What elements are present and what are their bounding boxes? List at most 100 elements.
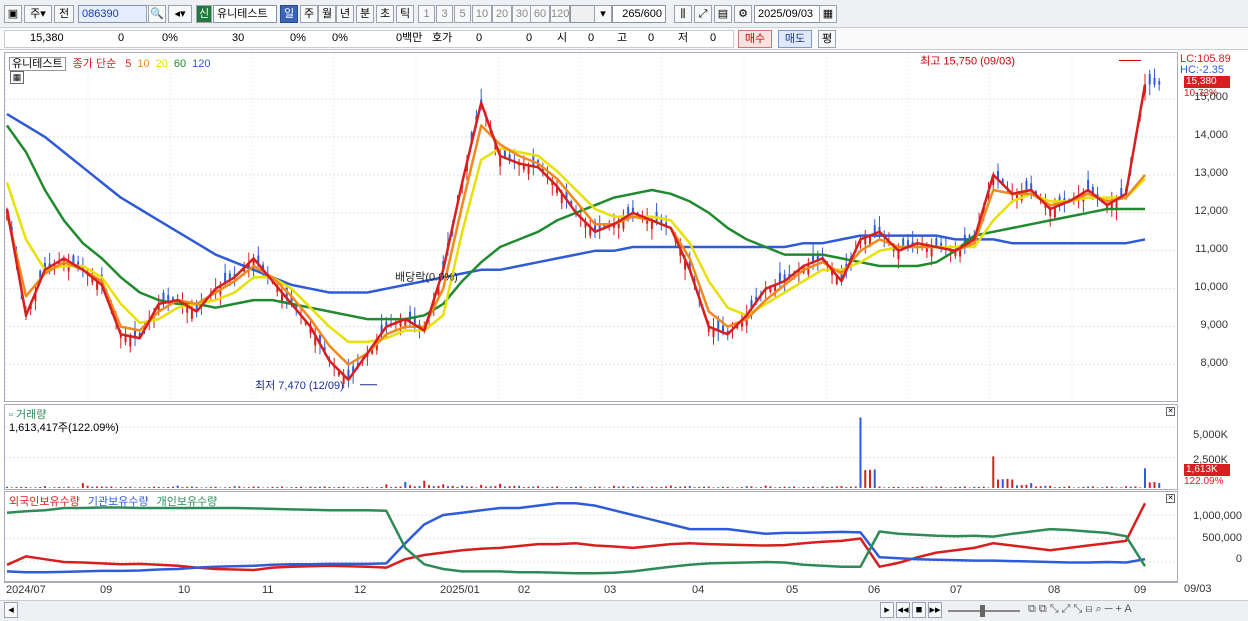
interval-3-button[interactable]: 3 xyxy=(436,5,453,23)
price-chart-pane[interactable]: 최고 15,750 (09/03) 최저 7,470 (12/09) 배당락(0.0… xyxy=(4,52,1178,402)
scroll-left-icon[interactable]: ◂ xyxy=(4,602,18,618)
volume-bar xyxy=(413,486,416,488)
interval-10-button[interactable]: 10 xyxy=(472,5,492,23)
volume-bar xyxy=(247,487,250,488)
rewind-icon[interactable]: ◂◂ xyxy=(896,602,910,618)
volume-bar xyxy=(295,487,298,488)
window-icon[interactable]: ▣ xyxy=(4,5,22,23)
volume-chart-svg xyxy=(5,417,1177,488)
volume-bar xyxy=(100,486,103,488)
holdings-pane[interactable]: 외국인보유수량 기관보유수량 개인보유수량 ✕ xyxy=(4,491,1178,582)
volume-bar xyxy=(897,486,900,488)
avg-button[interactable]: 평 xyxy=(818,30,836,48)
grid-icon[interactable]: ▦ xyxy=(10,71,24,84)
interval-20-button[interactable]: 20 xyxy=(492,5,512,23)
volume-bar xyxy=(309,486,312,488)
interval-1-button[interactable]: 1 xyxy=(418,5,435,23)
candle-icon[interactable]: ⫼ xyxy=(674,5,692,23)
period-dropdown-icon[interactable]: ▾ xyxy=(594,5,612,23)
volume-bar xyxy=(290,487,293,488)
draw-icon[interactable]: ⤢ xyxy=(694,5,712,23)
volume-bar xyxy=(209,487,212,488)
play-icon[interactable]: ▸ xyxy=(880,602,894,618)
holdings-legend-item: 개인보유수량 xyxy=(156,496,218,508)
period-0-button[interactable]: 일 xyxy=(280,5,298,23)
x-axis-label: 04 xyxy=(692,584,705,596)
volume-bar xyxy=(778,487,781,488)
legend-ma-120: 120 xyxy=(192,58,211,70)
volume-bar xyxy=(916,487,919,488)
sell-button[interactable]: 매도 xyxy=(778,30,812,48)
price-tick: 8,000 xyxy=(1200,356,1228,369)
chart-scroll-bar: ◂ ▸ ◂◂ ■ ▸▸ ⧉ ⧉ ⤡ ⤢ ⤡ ⊟ ⌕ ─ + A xyxy=(0,600,1248,621)
hoga-value1: 0 xyxy=(476,32,483,44)
volume-bar xyxy=(921,486,924,488)
volume-bar xyxy=(935,486,938,488)
volume-bar xyxy=(1134,486,1137,488)
count-input[interactable]: 265/600 xyxy=(612,5,666,23)
volume-bar xyxy=(375,487,378,488)
period-4-button[interactable]: 분 xyxy=(356,5,374,23)
date-input[interactable]: 2025/09/03 xyxy=(754,5,820,23)
interval-120-button[interactable]: 120 xyxy=(550,5,570,23)
price-tick: 14,000 xyxy=(1194,128,1228,141)
volume-bar xyxy=(480,484,483,488)
volume-bar xyxy=(409,485,412,488)
calendar-icon[interactable]: ▦ xyxy=(819,5,837,23)
volume-bar xyxy=(186,486,189,488)
volume-bar xyxy=(883,487,886,488)
volume-bar xyxy=(1091,486,1094,488)
period-6-button[interactable]: 틱 xyxy=(396,5,414,23)
volume-bar xyxy=(636,486,639,488)
volume-bar xyxy=(489,486,492,488)
volume-bar xyxy=(963,486,966,488)
volume-bar xyxy=(399,486,402,488)
volume-bar xyxy=(494,486,497,488)
interval-5-button[interactable]: 5 xyxy=(454,5,471,23)
volume-bar xyxy=(162,487,165,488)
period-2-button[interactable]: 월 xyxy=(318,5,336,23)
volume-bar xyxy=(959,486,962,488)
period-5-button[interactable]: 초 xyxy=(376,5,394,23)
search-icon[interactable]: 🔍 xyxy=(148,5,166,23)
legend-stock-name[interactable]: 유니테스트 xyxy=(9,57,66,71)
interval-60-button[interactable]: 60 xyxy=(530,5,550,23)
change-value: 0 xyxy=(118,32,125,44)
period-3-button[interactable]: 년 xyxy=(336,5,354,23)
interval-30-button[interactable]: 30 xyxy=(512,5,532,23)
drawing-tools[interactable]: ⧉ ⧉ ⤡ ⤢ ⤡ ⊟ ⌕ ─ + A xyxy=(1028,603,1132,616)
holdings-line-2 xyxy=(6,506,1147,575)
holdings-close-icon[interactable]: ✕ xyxy=(1166,494,1175,503)
zoom-slider-handle[interactable] xyxy=(980,605,985,617)
open-label: 시 xyxy=(557,32,568,44)
volume-pane[interactable]: ▫ 거래량 1,613,417주(122.09%) ✕ xyxy=(4,404,1178,490)
mode2-button[interactable]: 전 xyxy=(54,5,74,23)
volume-bar xyxy=(802,486,805,488)
x-axis-label: 10 xyxy=(178,584,191,596)
volume-bar xyxy=(6,486,8,488)
high-annotation: 최고 15,750 (09/03) xyxy=(920,54,1015,67)
stock-code-input[interactable]: 086390 xyxy=(78,5,148,23)
volume-bar xyxy=(333,487,336,488)
volume-bar xyxy=(783,486,786,488)
volume-bar xyxy=(707,486,710,488)
mode1-select[interactable]: 주▾ xyxy=(24,5,52,23)
volume-bar xyxy=(356,487,359,488)
volume-bar xyxy=(764,485,767,488)
volume-bar xyxy=(982,486,985,488)
volume-bar xyxy=(541,487,544,488)
volume-close-icon[interactable]: ✕ xyxy=(1166,407,1175,416)
volume-bar xyxy=(342,486,345,488)
gear-icon[interactable]: ⚙ xyxy=(734,5,752,23)
volume-bar xyxy=(195,487,198,488)
volume-bar xyxy=(660,486,663,488)
high-label: 고 xyxy=(617,32,628,44)
save-icon[interactable]: ▤ xyxy=(714,5,732,23)
buy-button[interactable]: 매수 xyxy=(738,30,772,48)
stop-icon[interactable]: ■ xyxy=(912,602,926,618)
period-1-button[interactable]: 주 xyxy=(300,5,318,23)
forward-icon[interactable]: ▸▸ xyxy=(928,602,942,618)
speaker-icon[interactable]: ◂▾ xyxy=(168,5,192,23)
volume-bar xyxy=(622,486,625,488)
volume-bar xyxy=(1129,486,1132,488)
